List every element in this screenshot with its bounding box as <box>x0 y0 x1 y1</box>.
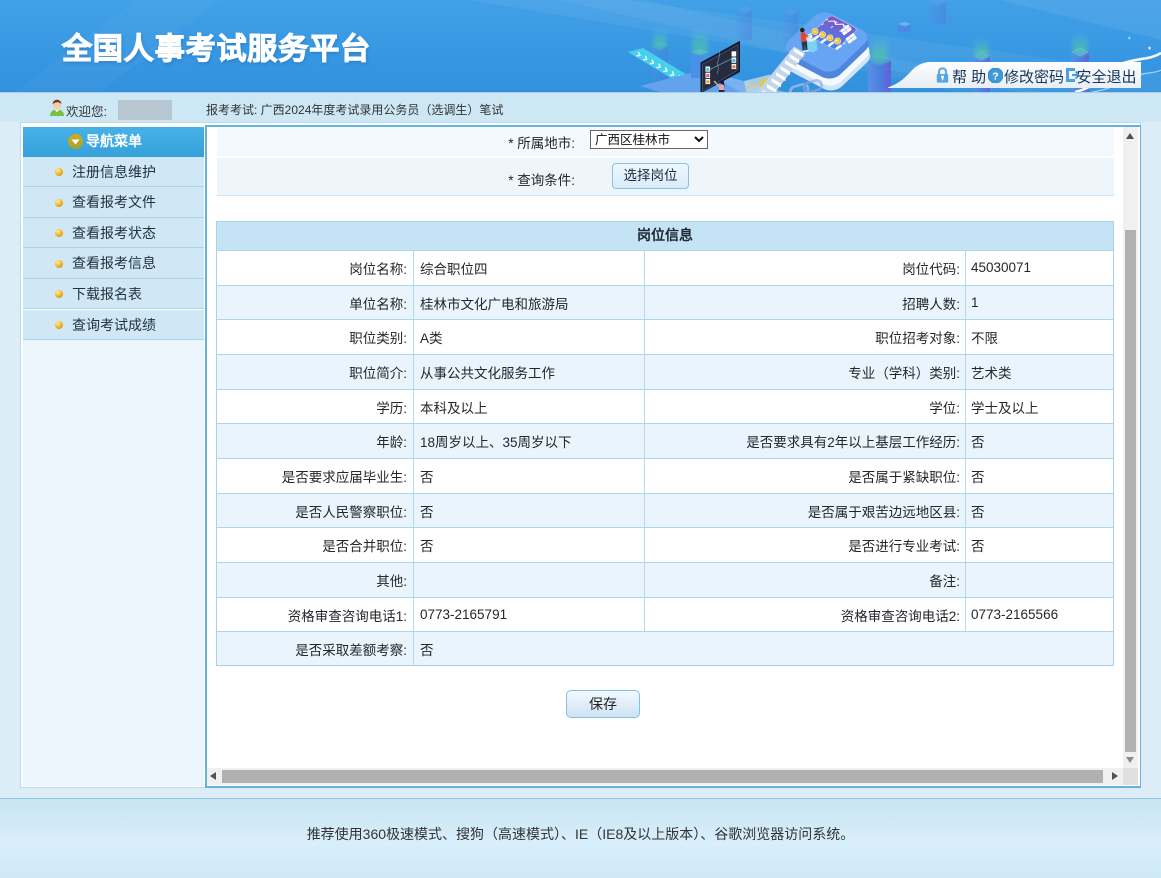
svg-text:?: ? <box>992 70 998 82</box>
